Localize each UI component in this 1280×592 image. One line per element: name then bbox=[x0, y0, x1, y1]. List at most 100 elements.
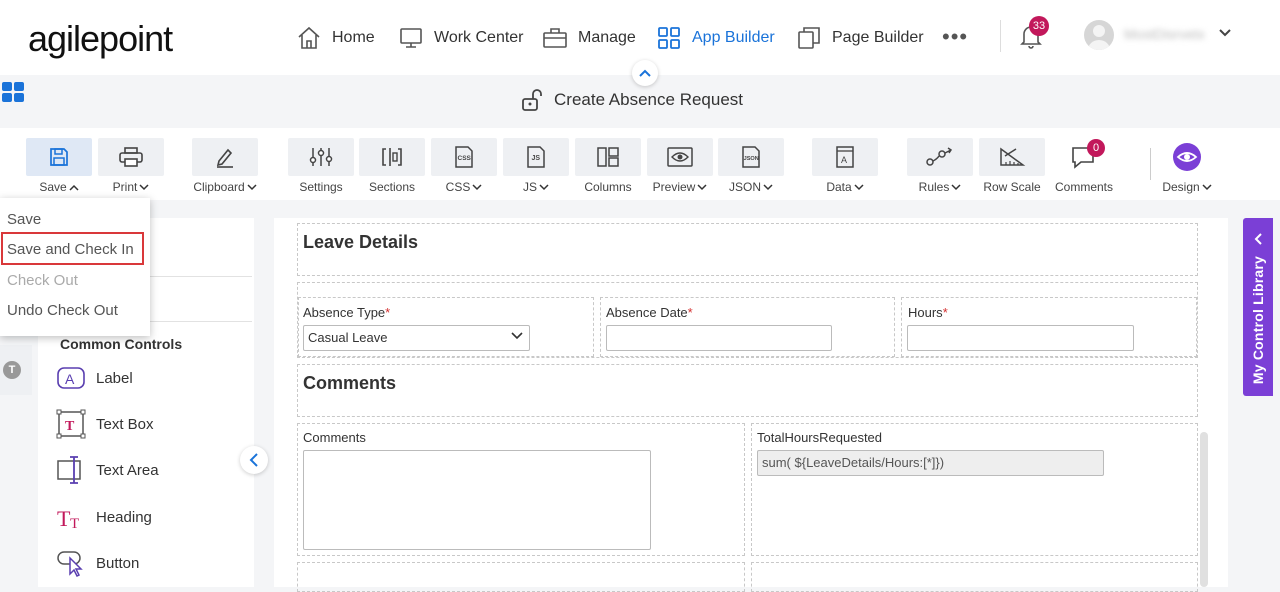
textbox-icon: T bbox=[56, 409, 86, 439]
common-controls-heading: Common Controls bbox=[60, 336, 183, 352]
columns-button[interactable]: Columns bbox=[575, 138, 641, 196]
my-control-library-tab[interactable]: My Control Library bbox=[1243, 218, 1273, 396]
form-title-bar: Create Absence Request bbox=[520, 88, 743, 112]
comments-button[interactable]: Comments bbox=[1051, 138, 1117, 196]
nav-work-center[interactable]: Work Center bbox=[398, 22, 524, 54]
chevron-down-icon bbox=[1202, 183, 1212, 191]
preview-button[interactable]: Preview bbox=[647, 138, 713, 196]
nav-page-builder[interactable]: Page Builder bbox=[796, 22, 924, 54]
agilepoint-logo[interactable]: agilepoint bbox=[28, 18, 173, 60]
clipboard-button[interactable]: Clipboard bbox=[192, 138, 258, 196]
comments-section[interactable] bbox=[297, 364, 1198, 417]
data-file-icon: A bbox=[836, 146, 854, 168]
chevron-down-icon bbox=[951, 183, 961, 191]
save-label: Save bbox=[39, 180, 67, 194]
chevron-down-icon bbox=[763, 183, 773, 191]
control-button-text: Button bbox=[96, 554, 140, 572]
nav-divider bbox=[1000, 20, 1001, 52]
menu-item-check-out: Check Out bbox=[7, 272, 78, 289]
total-hours-formula: sum( ${LeaveDetails/Hours:[*]}) bbox=[762, 455, 945, 470]
chevron-down-icon bbox=[854, 183, 864, 191]
nav-manage[interactable]: Manage bbox=[542, 22, 636, 54]
json-file-icon: JSON bbox=[742, 146, 760, 168]
page-title: Create Absence Request bbox=[554, 90, 744, 109]
comments-label: Comments bbox=[1054, 180, 1113, 194]
empty-cell bbox=[751, 562, 1198, 592]
menu-item-save[interactable]: Save bbox=[7, 211, 41, 228]
apps-grid-icon[interactable] bbox=[2, 82, 26, 104]
columns-icon bbox=[597, 147, 619, 167]
leave-details-section[interactable] bbox=[297, 223, 1198, 276]
collapse-panel-button[interactable] bbox=[240, 446, 268, 474]
control-heading[interactable]: TT Heading bbox=[56, 502, 152, 532]
control-text-box[interactable]: T Text Box bbox=[56, 409, 154, 439]
js-button[interactable]: JS JS bbox=[503, 138, 569, 196]
css-label: CSS bbox=[445, 180, 471, 194]
menu-item-undo-check-out[interactable]: Undo Check Out bbox=[7, 302, 118, 319]
css-button[interactable]: CSS CSS bbox=[431, 138, 497, 196]
pencil-icon bbox=[216, 148, 233, 168]
total-hours-formula-field[interactable]: sum( ${LeaveDetails/Hours:[*]}) bbox=[757, 450, 1104, 476]
collapse-header-button[interactable] bbox=[632, 60, 658, 86]
svg-text:JSON: JSON bbox=[744, 156, 759, 162]
comments-textarea[interactable] bbox=[303, 450, 651, 550]
comments-label: Comments bbox=[303, 430, 366, 445]
js-label: JS bbox=[522, 180, 537, 194]
row-scale-button[interactable]: Row Scale bbox=[979, 138, 1045, 196]
control-button[interactable]: Button bbox=[56, 548, 139, 578]
chevron-down-icon bbox=[511, 332, 523, 340]
menu-item-save-and-check-in[interactable]: Save and Check In bbox=[7, 241, 134, 258]
unlock-icon[interactable] bbox=[520, 88, 544, 112]
settings-button[interactable]: Settings bbox=[288, 138, 354, 196]
columns-label: Columns bbox=[584, 180, 632, 194]
t-badge-icon[interactable]: T bbox=[3, 361, 21, 379]
button-icon bbox=[56, 548, 86, 578]
design-button[interactable]: Design bbox=[1154, 138, 1220, 196]
json-button[interactable]: JSON JSON bbox=[718, 138, 784, 196]
control-label[interactable]: A Label bbox=[56, 363, 133, 393]
nav-app-builder[interactable]: App Builder bbox=[656, 22, 775, 54]
chevron-left-icon bbox=[249, 453, 258, 467]
rules-button[interactable]: Rules bbox=[907, 138, 973, 196]
control-label-text: Label bbox=[96, 369, 133, 387]
chevron-up-icon bbox=[69, 184, 79, 191]
total-hours-label: TotalHoursRequested bbox=[757, 430, 883, 445]
save-button[interactable]: Save bbox=[26, 138, 92, 196]
printer-icon bbox=[119, 147, 143, 167]
heading-icon: TT bbox=[56, 502, 86, 532]
leave-details-title: Leave Details bbox=[303, 232, 419, 252]
data-button[interactable]: A Data bbox=[812, 138, 878, 196]
design-eye-icon bbox=[1173, 143, 1201, 171]
design-label: Design bbox=[1162, 180, 1200, 194]
control-text-area[interactable]: Text Area bbox=[56, 455, 159, 485]
rules-icon bbox=[926, 147, 953, 166]
floppy-disk-icon bbox=[50, 148, 68, 166]
user-name[interactable]: MostDisrvetx bbox=[1124, 26, 1205, 42]
sections-button[interactable]: Sections bbox=[359, 138, 425, 196]
textarea-icon bbox=[56, 455, 86, 485]
chevron-down-icon bbox=[539, 183, 549, 191]
chevron-down-icon bbox=[247, 183, 257, 191]
nav-home[interactable]: Home bbox=[296, 22, 375, 54]
chevron-down-icon[interactable] bbox=[1218, 28, 1232, 38]
row-scale-label: Row Scale bbox=[983, 180, 1041, 194]
nav-app-builder-label: App Builder bbox=[692, 29, 775, 46]
briefcase-icon bbox=[542, 25, 568, 51]
rules-label: Rules bbox=[918, 180, 950, 194]
control-text-box-text: Text Box bbox=[96, 415, 154, 433]
svg-text:T: T bbox=[65, 419, 75, 434]
absence-type-select[interactable]: Casual Leave bbox=[303, 325, 530, 351]
absence-date-input[interactable] bbox=[606, 325, 832, 351]
control-text-area-text: Text Area bbox=[96, 461, 159, 479]
canvas-scrollbar[interactable] bbox=[1200, 432, 1208, 587]
more-menu-icon[interactable]: ••• bbox=[942, 24, 968, 50]
avatar[interactable] bbox=[1084, 20, 1114, 50]
print-button[interactable]: Print bbox=[98, 138, 164, 196]
chevron-down-icon bbox=[697, 183, 707, 191]
ruler-triangle-icon bbox=[1000, 147, 1026, 166]
hours-input[interactable] bbox=[907, 325, 1134, 351]
svg-text:CSS: CSS bbox=[458, 155, 472, 162]
svg-text:A: A bbox=[841, 155, 847, 165]
my-control-library-label: My Control Library bbox=[1250, 256, 1266, 385]
save-dropdown-menu: Save Save and Check In Check Out Undo Ch… bbox=[0, 198, 150, 336]
